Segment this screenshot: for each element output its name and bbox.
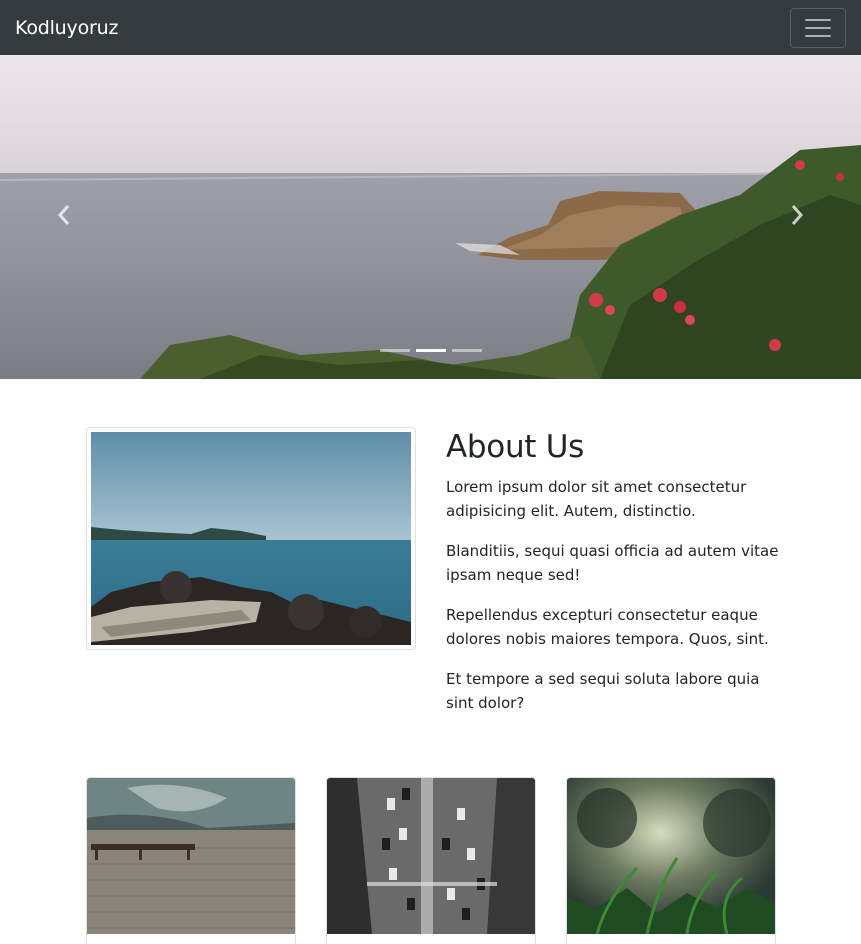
carousel-indicator[interactable] <box>379 349 410 352</box>
about-paragraph: Lorem ipsum dolor sit amet consectetur a… <box>446 478 747 520</box>
coast-photo <box>91 432 411 645</box>
card-pier <box>86 777 296 944</box>
about-paragraph: Repellendus excepturi consectetur eaque … <box>446 606 769 648</box>
hamburger-icon-line <box>805 34 831 37</box>
hamburger-icon-line <box>805 18 831 21</box>
navbar-brand[interactable]: Kodluyoruz <box>15 17 118 39</box>
navbar-toggler-button[interactable] <box>790 7 846 48</box>
carousel-next-button[interactable] <box>777 195 817 235</box>
carousel-prev-button[interactable] <box>44 195 84 235</box>
hero-carousel <box>0 55 861 379</box>
carousel-indicators <box>0 349 861 352</box>
hero-slide-image <box>0 55 861 379</box>
card-grass <box>566 777 776 944</box>
carousel-indicator[interactable] <box>451 349 482 352</box>
city-street-photo <box>327 778 535 934</box>
about-image-thumbnail <box>86 427 416 650</box>
pier-photo <box>87 778 295 934</box>
about-paragraph: Et tempore a sed sequi soluta labore qui… <box>446 670 760 712</box>
card-city <box>326 777 536 944</box>
chevron-right-icon <box>791 205 804 225</box>
carousel-indicator-active[interactable] <box>415 349 446 352</box>
navbar: Kodluyoruz <box>0 0 861 55</box>
hamburger-icon-line <box>805 26 831 29</box>
about-paragraph: Blanditiis, sequi quasi officia ad autem… <box>446 542 779 584</box>
grass-photo <box>567 778 775 934</box>
about-section: About Us Lorem ipsum dolor sit amet cons… <box>446 428 786 731</box>
about-title: About Us <box>446 429 584 465</box>
chevron-left-icon <box>57 205 70 225</box>
